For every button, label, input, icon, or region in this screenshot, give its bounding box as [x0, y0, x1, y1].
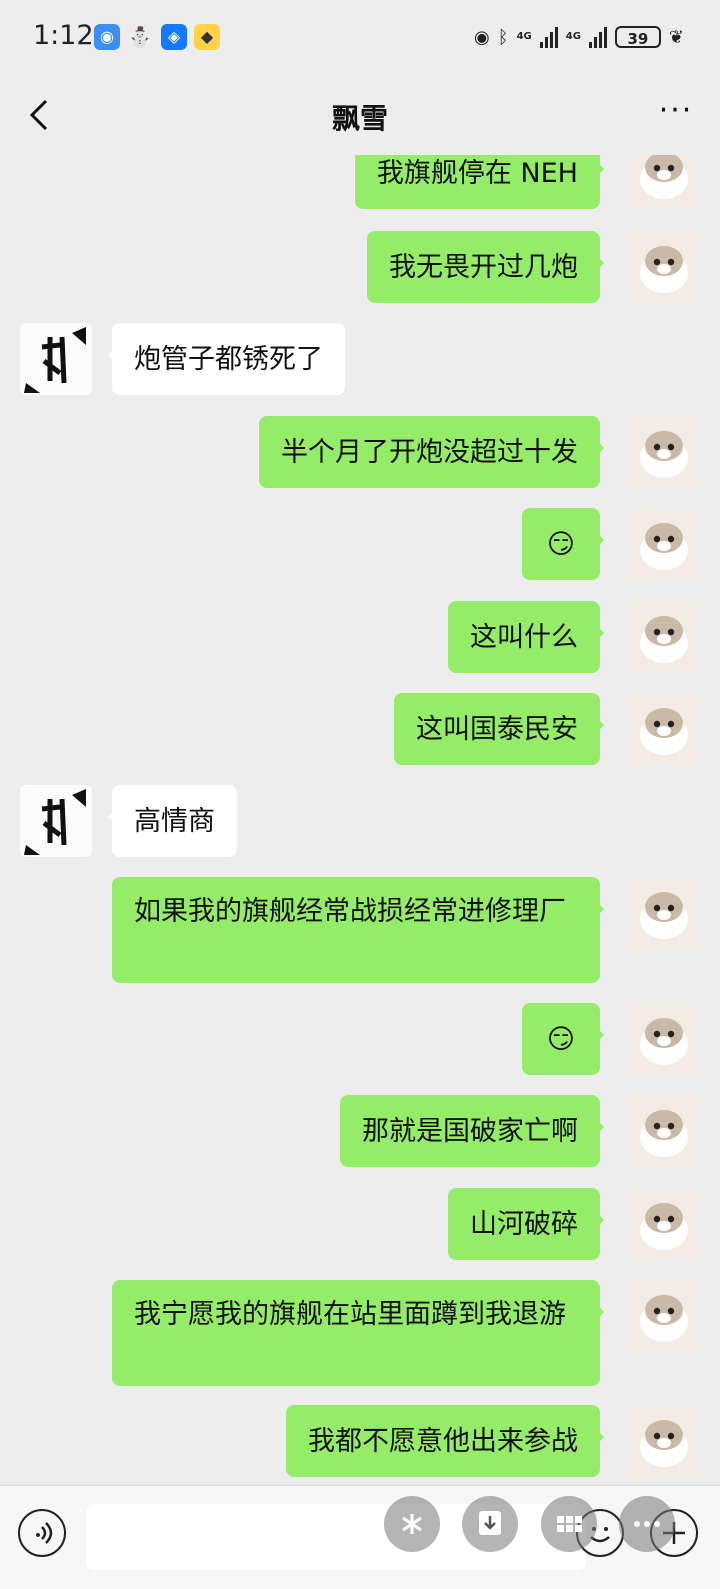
- status-time: 1:12: [33, 20, 94, 51]
- status-bar: 1:12 ◉ ⛄ ◈ ◆ ◉ ᛒ 4G 4G 39 ❦: [0, 0, 720, 75]
- floating-action-button[interactable]: [462, 1496, 518, 1552]
- avatar[interactable]: [628, 601, 700, 673]
- more-options-button[interactable]: ···: [654, 95, 698, 135]
- grid-icon: [557, 1516, 582, 1532]
- eye-icon: ◉: [474, 26, 490, 48]
- status-icons: ◉ ᛒ 4G 4G 39 ❦: [474, 22, 684, 52]
- emoji-message-bubble[interactable]: 😏: [522, 508, 604, 580]
- avatar[interactable]: [20, 785, 92, 857]
- avatar[interactable]: [628, 508, 700, 580]
- cat-avatar-icon: [628, 1405, 700, 1477]
- message-bubble[interactable]: 如果我的旗舰经常战损经常进修理厂: [112, 877, 604, 983]
- network-label-1: 4G: [516, 31, 532, 42]
- avatar[interactable]: [628, 231, 700, 303]
- input-bar: [0, 1485, 720, 1589]
- calligraphy-avatar-icon: [20, 323, 92, 395]
- cat-avatar-icon: [628, 155, 700, 209]
- floating-action-button[interactable]: [541, 1496, 597, 1552]
- message-bubble[interactable]: 山河破碎: [448, 1188, 604, 1260]
- chat-area[interactable]: 我旗舰停在 NEH 我无畏开过几炮 炮管子都锈死了 半个月了开炮没超过十发 😏 …: [0, 155, 720, 1485]
- download-icon: [479, 1511, 501, 1535]
- sparkle-icon: [402, 1514, 422, 1534]
- cat-avatar-icon: [628, 416, 700, 488]
- cat-avatar-icon: [628, 231, 700, 303]
- message-bubble[interactable]: 炮管子都锈死了: [108, 323, 345, 395]
- chat-header: 飘雪 ···: [0, 75, 720, 155]
- bluetooth-icon: ᛒ: [497, 26, 509, 48]
- voice-icon: [36, 1522, 53, 1544]
- message-bubble[interactable]: 这叫什么: [448, 601, 604, 673]
- cat-avatar-icon: [628, 877, 700, 949]
- avatar[interactable]: [628, 1405, 700, 1477]
- alipay-icon: ◈: [161, 24, 187, 50]
- message-bubble[interactable]: 我都不愿意他出来参战: [286, 1405, 604, 1477]
- message-bubble[interactable]: 那就是国破家亡啊: [340, 1095, 604, 1167]
- avatar[interactable]: [628, 1003, 700, 1075]
- message-app-icon: ◉: [94, 24, 120, 50]
- qq-icon: ⛄: [127, 25, 153, 49]
- avatar[interactable]: [628, 693, 700, 765]
- voice-button[interactable]: [18, 1509, 66, 1557]
- more-horizontal-icon: [634, 1521, 660, 1527]
- message-bubble[interactable]: 这叫国泰民安: [394, 693, 604, 765]
- chat-title: 飘雪: [331, 102, 388, 135]
- avatar[interactable]: [628, 877, 700, 949]
- message-bubble[interactable]: 我旗舰停在 NEH: [354, 155, 605, 209]
- network-label-2: 4G: [565, 31, 581, 42]
- avatar[interactable]: [628, 1280, 700, 1352]
- floating-action-button[interactable]: [619, 1496, 675, 1552]
- avatar[interactable]: [20, 323, 92, 395]
- leaf-icon: ❦: [668, 26, 684, 48]
- cat-avatar-icon: [628, 1095, 700, 1167]
- rabbit-app-icon: ◆: [194, 24, 220, 50]
- message-bubble[interactable]: 我宁愿我的旗舰在站里面蹲到我退游: [112, 1280, 604, 1386]
- signal-icon: [539, 26, 558, 48]
- avatar[interactable]: [628, 1188, 700, 1260]
- cat-avatar-icon: [628, 508, 700, 580]
- cat-avatar-icon: [628, 1280, 700, 1352]
- signal-icon: [588, 26, 607, 48]
- floating-action-button[interactable]: [384, 1496, 440, 1552]
- avatar[interactable]: [628, 155, 700, 209]
- cat-avatar-icon: [628, 1003, 700, 1075]
- cat-avatar-icon: [628, 1188, 700, 1260]
- emoji-message-bubble[interactable]: 😏: [522, 1003, 604, 1075]
- message-bubble[interactable]: 高情商: [108, 785, 237, 857]
- avatar[interactable]: [628, 416, 700, 488]
- cat-avatar-icon: [628, 601, 700, 673]
- battery-indicator: 39: [614, 26, 661, 48]
- calligraphy-avatar-icon: [20, 785, 92, 857]
- message-bubble[interactable]: 我无畏开过几炮: [367, 231, 604, 303]
- avatar[interactable]: [628, 1095, 700, 1167]
- message-bubble[interactable]: 半个月了开炮没超过十发: [259, 416, 604, 488]
- cat-avatar-icon: [628, 693, 700, 765]
